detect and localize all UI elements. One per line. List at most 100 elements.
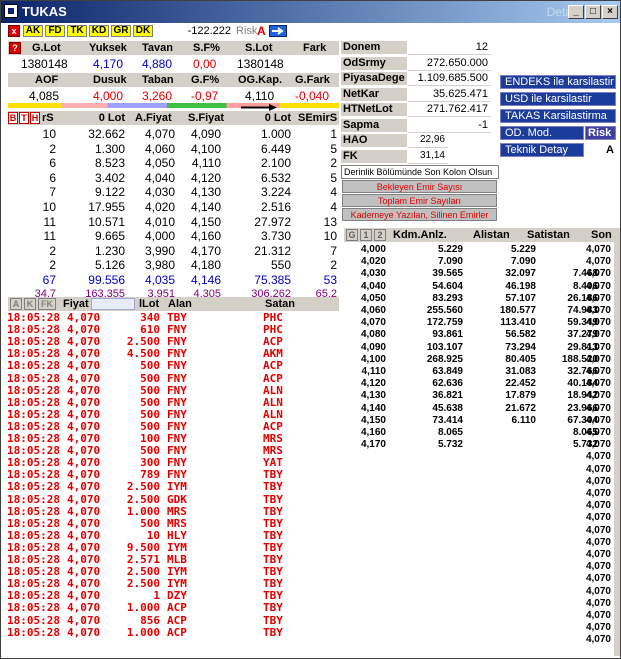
dp-btn-g[interactable]: G xyxy=(346,229,358,241)
orderbook-total: 53 xyxy=(323,273,337,287)
orderbook-cell: 11 xyxy=(43,214,56,229)
val-dusuk: 4,000 xyxy=(93,89,124,103)
takas-compare-button[interactable]: TAKAS Karsilastirma xyxy=(500,109,616,123)
depth-cell: 103.107 xyxy=(426,341,463,353)
trade-row: 18:05:28 4,070 500 FNY ACP xyxy=(7,371,307,385)
trade-cell: 4,070 xyxy=(67,492,101,506)
trade-cell: 4,070 xyxy=(67,359,101,373)
depth-son-cell: 4,070 xyxy=(585,561,611,573)
tab-dk[interactable]: DK xyxy=(133,25,153,37)
teknik-detay-button[interactable]: Teknik Detay xyxy=(500,143,584,157)
tr-btn-fk[interactable]: FK xyxy=(38,298,56,310)
tab-ak[interactable]: AK xyxy=(23,25,43,37)
usd-compare-button[interactable]: USD ile karsilastir xyxy=(500,92,616,106)
menu-level-orders[interactable]: Kademeye Yazılan, Silinen Emirler xyxy=(342,208,497,221)
orderbook-cell: 13 xyxy=(323,214,337,229)
orderbook-cell: 4,110 xyxy=(191,156,221,171)
close-x-icon[interactable]: x xyxy=(8,25,20,37)
ob-btn-t[interactable]: T xyxy=(19,112,29,124)
menu-total-orders[interactable]: Toplam Emir Sayıları xyxy=(342,194,497,207)
orderbook-cell: 3,990 xyxy=(144,243,175,258)
arrow-right-icon[interactable] xyxy=(269,25,287,37)
depth-cell: 4,070 xyxy=(585,244,611,255)
depth-son-cell: 4,070 xyxy=(585,475,611,487)
title-bar[interactable]: TUKAS Detay _ □ × xyxy=(1,1,620,23)
tab-fd[interactable]: FD xyxy=(45,25,65,37)
trade-cell: 500 xyxy=(140,383,160,397)
orderbook-cell: 4,130 xyxy=(190,185,221,200)
hdr-glot: G.Lot xyxy=(32,42,61,54)
trade-cell: 4,070 xyxy=(67,528,101,542)
depth-son-row: 4,070 xyxy=(346,476,614,488)
minimize-button[interactable]: _ xyxy=(568,5,584,19)
window-title: TUKAS xyxy=(22,4,67,19)
orderbook-cell: 7 xyxy=(330,243,337,258)
orderbook-cell: 4,180 xyxy=(190,258,221,273)
tab-gr[interactable]: GR xyxy=(111,25,131,37)
orderbook-cell: 4,140 xyxy=(190,200,221,214)
ob-btn-b[interactable]: B xyxy=(8,112,18,124)
depth-cell: 255.560 xyxy=(426,305,463,316)
depth-row: 4,020 7.090 7.090 4,070 xyxy=(346,256,614,268)
depth-cell: 4,090 xyxy=(360,341,386,353)
depth-row: 4,110 63.849 31.083 32.766 4,070 xyxy=(346,366,614,378)
orderbook-total: 4,146 xyxy=(190,273,221,287)
tr-btn-k[interactable]: K xyxy=(24,298,36,310)
tab-tk[interactable]: TK xyxy=(67,25,87,37)
depth-cell: 268.925 xyxy=(426,353,463,365)
info-label: OdSrmy xyxy=(341,56,407,71)
orderbook-cell: 4,120 xyxy=(190,170,221,185)
dp-btn-2[interactable]: 2 xyxy=(374,229,386,241)
tr-hdr-llot: lLot xyxy=(139,298,160,310)
trade-cell: FNY xyxy=(167,359,187,373)
orderbook-cell: 6 xyxy=(49,156,56,171)
help-icon[interactable]: ? xyxy=(9,42,21,54)
depth-cell: 39.565 xyxy=(432,268,463,280)
orderbook-cell: 2 xyxy=(330,156,337,171)
depth-scrollbar[interactable] xyxy=(614,228,620,656)
depth-cell: 4,080 xyxy=(360,329,386,341)
trade-cell: 2.500 xyxy=(126,480,160,494)
depth-son-row: 4,070 xyxy=(346,549,614,561)
val-sf: 0,00 xyxy=(193,57,217,71)
ob-btn-h[interactable]: H xyxy=(30,112,40,124)
tr-btn-a[interactable]: A xyxy=(10,298,22,310)
orderbook-cell: 21.312 xyxy=(254,243,291,258)
orderbook-cell: 3.402 xyxy=(94,170,125,185)
depth-son-row: 4,070 xyxy=(346,512,614,524)
trade-cell: ALN xyxy=(263,407,283,421)
trade-cell: 4,070 xyxy=(67,371,101,385)
hdr-dusuk: Dusuk xyxy=(93,74,127,86)
info-value: 1.109.685.500 xyxy=(408,72,491,86)
derinlik-option[interactable]: Derinlik Bölümünde Son Kolon Olsun xyxy=(341,165,499,179)
tab-kd[interactable]: KD xyxy=(89,25,109,37)
orderbook-cell: 4,050 xyxy=(144,156,175,171)
orderbook-total: 67 xyxy=(42,273,56,287)
trade-cell: 4,070 xyxy=(67,504,101,518)
hdr-sf: S.F% xyxy=(193,42,220,54)
depth-row: 4,140 45.638 21.672 23.966 4,070 xyxy=(346,403,614,415)
orderbook-cell: 2 xyxy=(49,141,56,156)
endeks-compare-button[interactable]: ENDEKS ile karsilastir xyxy=(500,75,616,89)
maximize-button[interactable]: □ xyxy=(585,5,601,19)
depth-row: 4,040 54.604 46.198 8.406 4,070 xyxy=(346,281,614,293)
hdr-gf: G.F% xyxy=(191,74,220,86)
close-button[interactable]: × xyxy=(602,5,618,19)
trade-cell: FNY xyxy=(167,407,187,421)
od-mod-button[interactable]: OD. Mod. xyxy=(500,126,584,140)
depth-son-row: 4,070 xyxy=(346,488,614,500)
val-glot: 1380148 xyxy=(21,57,68,71)
dp-btn-1[interactable]: 1 xyxy=(360,229,372,241)
depth-cell: 4,060 xyxy=(360,305,386,316)
depth-cell: 4,070 xyxy=(585,341,611,353)
trade-cell: 2.500 xyxy=(126,492,160,506)
depth-son-cell: 4,070 xyxy=(585,500,611,512)
orderbook-cell: 4 xyxy=(330,185,337,200)
trades-filter-input[interactable] xyxy=(91,298,135,310)
depth-son-cell: 4,070 xyxy=(585,597,611,609)
hdr-fark: Fark xyxy=(303,42,327,54)
menu-pending-orders[interactable]: Bekleyen Emir Sayısı xyxy=(342,180,497,193)
depth-cell: 4,030 xyxy=(360,268,386,280)
risk-button[interactable]: Risk xyxy=(585,126,616,140)
hdr-tavan: Tavan xyxy=(142,42,173,54)
